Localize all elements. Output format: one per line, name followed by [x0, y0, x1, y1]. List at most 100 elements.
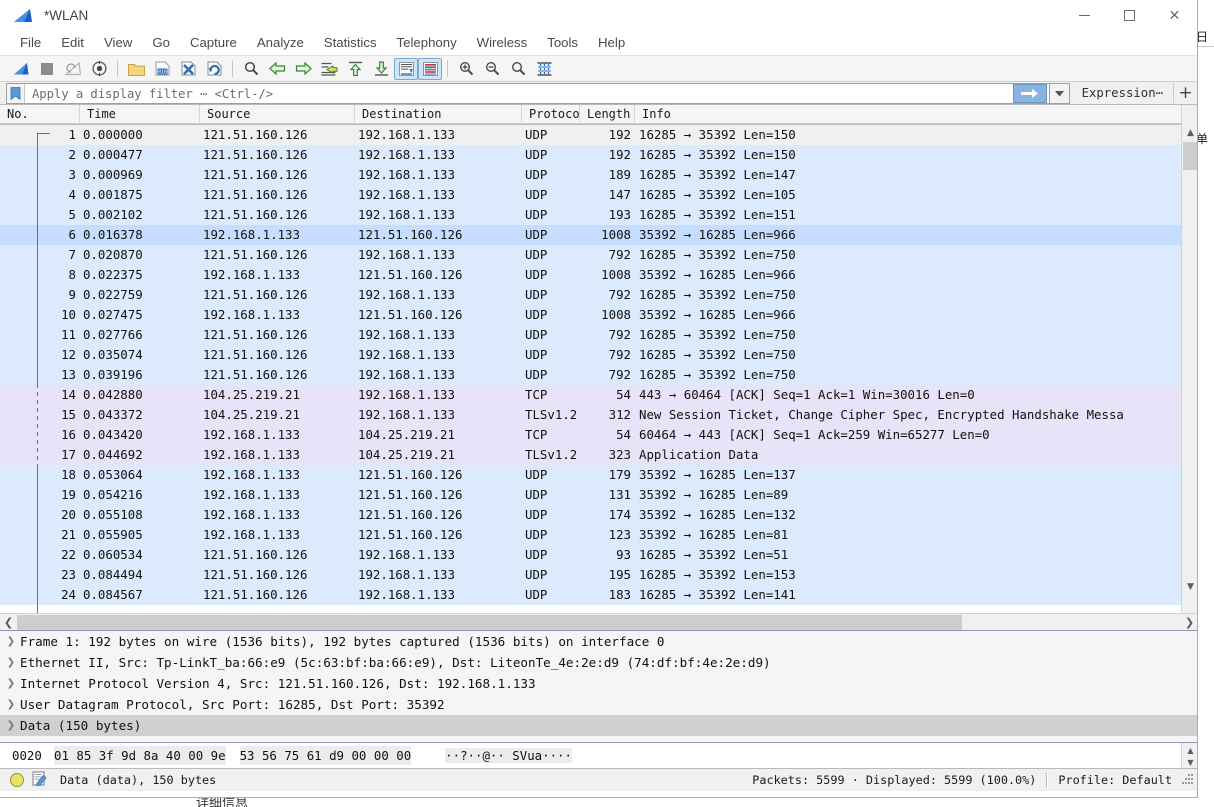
chevron-right-icon[interactable]: ❯: [4, 657, 18, 668]
start-capture-icon[interactable]: [8, 57, 34, 81]
packet-list-horizontal-scrollbar[interactable]: ❮ ❯: [0, 613, 1197, 631]
column-header-protocol[interactable]: Protocol: [522, 104, 580, 124]
detail-row-ethernet[interactable]: ❯ Ethernet II, Src: Tp-LinkT_ba:66:e9 (5…: [0, 652, 1197, 673]
packet-list-vertical-scrollbar[interactable]: ▲ ▼: [1181, 105, 1197, 613]
zoom-reset-icon[interactable]: [505, 57, 531, 81]
packet-list-row[interactable]: 18 0.053064 192.168.1.133 121.51.160.126 UDP…: [0, 465, 1197, 485]
menu-item-help[interactable]: Help: [588, 32, 635, 54]
packet-list-row[interactable]: 14 0.042880 104.25.219.21 192.168.1.133 TCP 5…: [0, 385, 1197, 405]
column-header-no[interactable]: No.: [0, 104, 80, 124]
scrollbar-thumb[interactable]: [1183, 142, 1197, 170]
packet-list-row[interactable]: 19 0.054216 192.168.1.133 121.51.160.126 UDP…: [0, 485, 1197, 505]
maximize-icon[interactable]: [1107, 0, 1152, 31]
packet-list-row[interactable]: 4 0.001875 121.51.160.126 192.168.1.133 UDP 1…: [0, 185, 1197, 205]
menu-item-file[interactable]: File: [10, 32, 51, 54]
packet-list-row[interactable]: 23 0.084494 121.51.160.126 192.168.1.133 UDP…: [0, 565, 1197, 585]
zoom-out-icon[interactable]: [479, 57, 505, 81]
packet-list-row[interactable]: 17 0.044692 192.168.1.133 104.25.219.21 TLSv…: [0, 445, 1197, 465]
packet-list-row[interactable]: 11 0.027766 121.51.160.126 192.168.1.133 UDP…: [0, 325, 1197, 345]
open-file-icon[interactable]: [123, 57, 149, 81]
packet-list-row[interactable]: 3 0.000969 121.51.160.126 192.168.1.133 UDP 1…: [0, 165, 1197, 185]
minimize-icon[interactable]: [1062, 0, 1107, 31]
bookmark-icon[interactable]: [7, 84, 25, 103]
packet-list-row[interactable]: 12 0.035074 121.51.160.126 192.168.1.133 UDP…: [0, 345, 1197, 365]
menu-item-tools[interactable]: Tools: [537, 32, 588, 54]
go-to-packet-icon[interactable]: [316, 57, 342, 81]
packet-list-row[interactable]: 13 0.039196 121.51.160.126 192.168.1.133 UDP…: [0, 365, 1197, 385]
display-filter-input[interactable]: Apply a display filter ⋯ <Ctrl-/>: [6, 83, 1050, 104]
menu-item-view[interactable]: View: [94, 32, 142, 54]
save-file-icon[interactable]: 010: [149, 57, 175, 81]
packet-list-row[interactable]: 15 0.043372 104.25.219.21 192.168.1.133 TLSv…: [0, 405, 1197, 425]
detail-row-data[interactable]: ❯ Data (150 bytes): [0, 715, 1197, 736]
scroll-right-arrow-icon[interactable]: ❯: [1181, 614, 1197, 631]
bytes-pane-scrollbar[interactable]: ▲ ▼: [1181, 743, 1197, 768]
close-icon[interactable]: ✕: [1152, 0, 1197, 31]
detail-row-udp[interactable]: ❯ User Datagram Protocol, Src Port: 1628…: [0, 694, 1197, 715]
packet-list-row[interactable]: 6 0.016378 192.168.1.133 121.51.160.126 UDP 1…: [0, 225, 1197, 245]
filter-expression-button[interactable]: Expression⋯: [1070, 83, 1173, 103]
colorize-packets-icon[interactable]: [418, 57, 442, 80]
close-file-icon[interactable]: [175, 57, 201, 81]
chevron-right-icon[interactable]: ❯: [4, 636, 18, 647]
status-profile[interactable]: Profile: Default: [1058, 773, 1172, 787]
resize-columns-icon[interactable]: [531, 57, 557, 81]
hscroll-track[interactable]: [17, 614, 1181, 631]
restart-capture-icon[interactable]: [60, 57, 86, 81]
menu-item-edit[interactable]: Edit: [51, 32, 94, 54]
column-header-info[interactable]: Info: [635, 104, 1182, 124]
hscrollbar-thumb[interactable]: [17, 614, 962, 630]
go-to-first-packet-icon[interactable]: [342, 57, 368, 81]
packet-list-row[interactable]: 22 0.060534 121.51.160.126 192.168.1.133 UDP…: [0, 545, 1197, 565]
menu-item-analyze[interactable]: Analyze: [247, 32, 314, 54]
reload-file-icon[interactable]: [201, 57, 227, 81]
menu-item-telephony[interactable]: Telephony: [387, 32, 467, 54]
go-back-icon[interactable]: [264, 57, 290, 81]
packet-list-row[interactable]: 24 0.084567 121.51.160.126 192.168.1.133 UDP…: [0, 585, 1197, 605]
expert-info-circle-icon[interactable]: [10, 773, 24, 787]
go-forward-icon[interactable]: [290, 57, 316, 81]
packet-list-row[interactable]: 7 0.020870 121.51.160.126 192.168.1.133 UDP 7…: [0, 245, 1197, 265]
scroll-down-arrow-icon[interactable]: ▼: [1182, 756, 1197, 768]
menu-item-capture[interactable]: Capture: [180, 32, 247, 54]
packet-bytes-pane[interactable]: 0020 01 85 3f 9d 8a 40 00 9e 53 56 75 61…: [0, 742, 1197, 768]
packet-list-row[interactable]: 5 0.002102 121.51.160.126 192.168.1.133 UDP 1…: [0, 205, 1197, 225]
chevron-right-icon[interactable]: ❯: [4, 699, 18, 710]
column-header-destination[interactable]: Destination: [355, 104, 522, 124]
packet-list-row[interactable]: 1 0.000000 121.51.160.126 192.168.1.133 UDP 1…: [0, 124, 1197, 145]
scroll-left-arrow-icon[interactable]: ❮: [0, 614, 17, 631]
detail-row-frame[interactable]: ❯ Frame 1: 192 bytes on wire (1536 bits)…: [0, 631, 1197, 652]
column-header-length[interactable]: Length: [580, 104, 635, 124]
packet-list-row[interactable]: 8 0.022375 192.168.1.133 121.51.160.126 UDP 1…: [0, 265, 1197, 285]
packet-list-row[interactable]: 16 0.043420 192.168.1.133 104.25.219.21 TCP 5…: [0, 425, 1197, 445]
menu-item-go[interactable]: Go: [142, 32, 180, 54]
column-header-source[interactable]: Source: [200, 104, 355, 124]
go-to-last-packet-icon[interactable]: [368, 57, 394, 81]
resize-grip-icon[interactable]: [1178, 774, 1194, 786]
scroll-up-arrow-icon[interactable]: ▲: [1182, 744, 1197, 756]
packet-details-pane[interactable]: ❯ Frame 1: 192 bytes on wire (1536 bits)…: [0, 630, 1197, 742]
auto-scroll-icon[interactable]: [394, 57, 418, 80]
scroll-down-arrow-icon[interactable]: ▼: [1182, 578, 1197, 595]
menu-item-statistics[interactable]: Statistics: [314, 32, 387, 54]
menu-item-wireless[interactable]: Wireless: [467, 32, 538, 54]
add-filter-button-button[interactable]: +: [1173, 83, 1197, 103]
apply-filter-arrow-icon[interactable]: [1012, 84, 1047, 103]
chevron-right-icon[interactable]: ❯: [4, 720, 18, 731]
scroll-up-arrow-icon[interactable]: ▲: [1182, 124, 1197, 141]
chevron-right-icon[interactable]: ❯: [4, 678, 18, 689]
packet-list-row[interactable]: 10 0.027475 192.168.1.133 121.51.160.126 UDP…: [0, 305, 1197, 325]
capture-comment-icon[interactable]: [32, 771, 47, 789]
packet-list-row[interactable]: 21 0.055905 192.168.1.133 121.51.160.126 UDP…: [0, 525, 1197, 545]
detail-row-ipv4[interactable]: ❯ Internet Protocol Version 4, Src: 121.…: [0, 673, 1197, 694]
stop-capture-icon[interactable]: [34, 57, 60, 81]
chevron-down-icon[interactable]: [1049, 83, 1070, 104]
packet-list-row[interactable]: 2 0.000477 121.51.160.126 192.168.1.133 UDP 1…: [0, 145, 1197, 165]
zoom-in-icon[interactable]: [453, 57, 479, 81]
packet-list-row[interactable]: 9 0.022759 121.51.160.126 192.168.1.133 UDP 7…: [0, 285, 1197, 305]
find-packet-icon[interactable]: [238, 57, 264, 81]
packet-list-row[interactable]: 20 0.055108 192.168.1.133 121.51.160.126 UDP…: [0, 505, 1197, 525]
packet-list-rows[interactable]: 1 0.000000 121.51.160.126 192.168.1.133 UDP 1…: [0, 124, 1197, 613]
capture-options-icon[interactable]: [86, 57, 112, 81]
column-header-time[interactable]: Time: [80, 104, 200, 124]
